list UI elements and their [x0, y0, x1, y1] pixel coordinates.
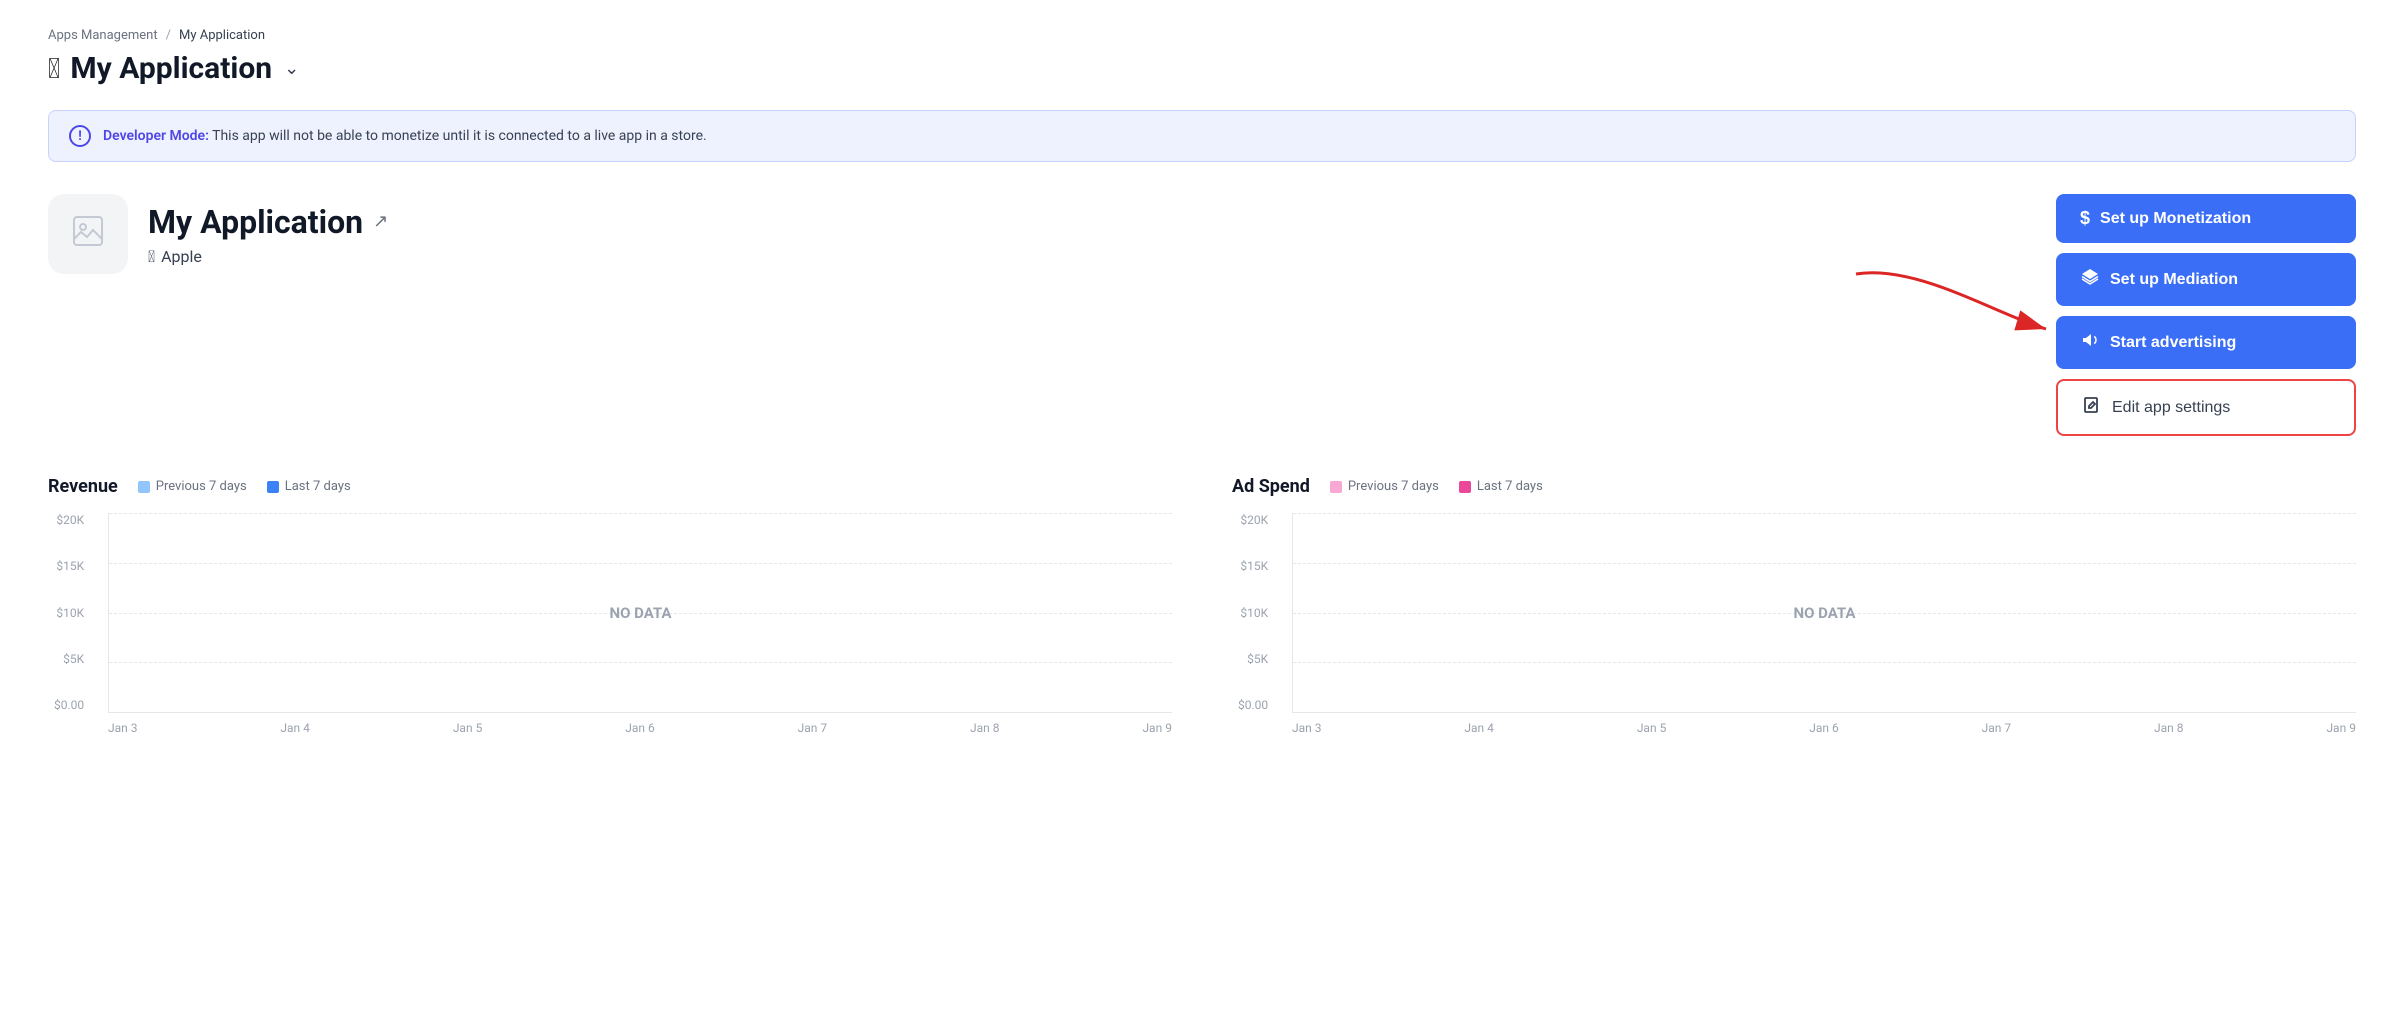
setup-mediation-button[interactable]: Set up Mediation: [2056, 253, 2356, 306]
breadcrumb: Apps Management / My Application: [48, 28, 2356, 43]
ad-spend-x-jan8: Jan 8: [2154, 721, 2184, 735]
revenue-y-20k: $20K: [54, 513, 84, 527]
ad-spend-x-jan7: Jan 7: [1982, 721, 2012, 735]
action-buttons: $ Set up Monetization Set up Mediation: [2056, 194, 2356, 436]
breadcrumb-separator: /: [166, 28, 171, 43]
ad-spend-legend-prev: Previous 7 days: [1330, 479, 1439, 494]
setup-monetization-button[interactable]: $ Set up Monetization: [2056, 194, 2356, 243]
advertising-label: Start advertising: [2110, 334, 2236, 352]
as-gridline-4: [1293, 662, 2356, 663]
revenue-last-label: Last 7 days: [285, 479, 351, 494]
banner-message: This app will not be able to monetize un…: [209, 128, 707, 144]
ad-spend-y-0: $0.00: [1238, 698, 1268, 712]
revenue-chart-area: $20K $15K $10K $5K $0.00 NO DATA: [108, 513, 1172, 713]
revenue-x-jan3: Jan 3: [108, 721, 138, 735]
page-title: My Application: [70, 51, 272, 86]
page-title-row:  My Application ⌄: [48, 51, 2356, 86]
gridline-2: [109, 563, 1172, 564]
revenue-last-dot: [267, 481, 279, 493]
start-advertising-button[interactable]: Start advertising: [2056, 316, 2356, 369]
apple-logo-icon: : [48, 52, 60, 85]
app-name: My Application: [148, 203, 363, 241]
revenue-y-5k: $5K: [54, 652, 84, 666]
ad-spend-no-data: NO DATA: [1793, 604, 1855, 622]
ad-spend-x-jan6: Jan 6: [1809, 721, 1839, 735]
revenue-y-labels: $20K $15K $10K $5K $0.00: [54, 513, 84, 712]
revenue-x-jan8: Jan 8: [970, 721, 1000, 735]
ad-spend-chart-header: Ad Spend Previous 7 days Last 7 days: [1232, 476, 2356, 497]
breadcrumb-current: My Application: [179, 28, 265, 43]
app-icon-box: [48, 194, 128, 274]
revenue-x-jan9: Jan 9: [1142, 721, 1172, 735]
revenue-x-jan7: Jan 7: [798, 721, 828, 735]
app-platform: Apple: [161, 247, 202, 266]
ad-spend-last-dot: [1459, 481, 1471, 493]
ad-spend-y-15k: $15K: [1238, 559, 1268, 573]
layers-icon: [2080, 267, 2100, 292]
ad-spend-chart-title: Ad Spend: [1232, 476, 1310, 497]
ad-spend-legend-last: Last 7 days: [1459, 479, 1543, 494]
info-icon: !: [69, 125, 91, 147]
revenue-legend-prev: Previous 7 days: [138, 479, 247, 494]
ad-spend-x-jan3: Jan 3: [1292, 721, 1322, 735]
charts-section: Revenue Previous 7 days Last 7 days $20K…: [48, 476, 2356, 735]
breadcrumb-parent[interactable]: Apps Management: [48, 28, 158, 43]
monetization-label: Set up Monetization: [2100, 210, 2251, 228]
app-header: My Application ↗  Apple: [48, 194, 2356, 436]
revenue-chart-wrapper: $20K $15K $10K $5K $0.00 NO DATA: [48, 513, 1172, 735]
app-name-section: My Application ↗  Apple: [148, 203, 388, 266]
ad-spend-y-10k: $10K: [1238, 606, 1268, 620]
revenue-x-labels: Jan 3 Jan 4 Jan 5 Jan 6 Jan 7 Jan 8 Jan …: [108, 721, 1172, 735]
revenue-chart-title: Revenue: [48, 476, 118, 497]
developer-mode-banner: ! Developer Mode: This app will not be a…: [48, 110, 2356, 162]
revenue-y-10k: $10K: [54, 606, 84, 620]
app-platform-row:  Apple: [148, 247, 388, 266]
ad-spend-x-labels: Jan 3 Jan 4 Jan 5 Jan 6 Jan 7 Jan 8 Jan …: [1292, 721, 2356, 735]
ad-spend-x-jan9: Jan 9: [2326, 721, 2356, 735]
revenue-x-jan6: Jan 6: [625, 721, 655, 735]
as-gridline-2: [1293, 563, 2356, 564]
revenue-y-15k: $15K: [54, 559, 84, 573]
ad-spend-y-labels: $20K $15K $10K $5K $0.00: [1238, 513, 1268, 712]
gridline-4: [109, 662, 1172, 663]
annotation-arrow: [1836, 254, 2056, 354]
ad-spend-chart: Ad Spend Previous 7 days Last 7 days $20…: [1232, 476, 2356, 735]
app-name-row: My Application ↗: [148, 203, 388, 241]
revenue-y-0: $0.00: [54, 698, 84, 712]
ad-spend-prev-label: Previous 7 days: [1348, 479, 1439, 494]
app-image-placeholder-icon: [70, 213, 106, 256]
ad-spend-chart-area: $20K $15K $10K $5K $0.00 NO DATA: [1292, 513, 2356, 713]
revenue-legend-last: Last 7 days: [267, 479, 351, 494]
revenue-chart-header: Revenue Previous 7 days Last 7 days: [48, 476, 1172, 497]
edit-icon: [2082, 395, 2102, 420]
edit-app-settings-button[interactable]: Edit app settings: [2056, 379, 2356, 436]
gridline-1: [109, 513, 1172, 514]
ad-spend-last-label: Last 7 days: [1477, 479, 1543, 494]
banner-label: Developer Mode:: [103, 128, 209, 144]
ad-spend-x-jan4: Jan 4: [1464, 721, 1494, 735]
revenue-x-jan5: Jan 5: [453, 721, 483, 735]
revenue-chart: Revenue Previous 7 days Last 7 days $20K…: [48, 476, 1172, 735]
app-info: My Application ↗  Apple: [48, 194, 388, 274]
as-gridline-1: [1293, 513, 2356, 514]
ad-spend-y-5k: $5K: [1238, 652, 1268, 666]
action-buttons-container: $ Set up Monetization Set up Mediation: [2056, 194, 2356, 436]
banner-text: Developer Mode: This app will not be abl…: [103, 128, 707, 144]
revenue-prev-dot: [138, 481, 150, 493]
ad-spend-y-20k: $20K: [1238, 513, 1268, 527]
megaphone-icon: [2080, 330, 2100, 355]
edit-settings-label: Edit app settings: [2112, 399, 2230, 417]
dollar-icon: $: [2080, 208, 2090, 229]
page-wrapper: Apps Management / My Application  My Ap…: [0, 0, 2404, 1010]
external-link-icon[interactable]: ↗: [373, 211, 388, 232]
ad-spend-prev-dot: [1330, 481, 1342, 493]
revenue-x-jan4: Jan 4: [280, 721, 310, 735]
ad-spend-x-jan5: Jan 5: [1637, 721, 1667, 735]
revenue-prev-label: Previous 7 days: [156, 479, 247, 494]
ad-spend-chart-wrapper: $20K $15K $10K $5K $0.00 NO DATA: [1232, 513, 2356, 735]
revenue-no-data: NO DATA: [609, 604, 671, 622]
apple-platform-icon: : [148, 247, 155, 266]
mediation-label: Set up Mediation: [2110, 271, 2238, 289]
chevron-down-icon[interactable]: ⌄: [284, 58, 299, 79]
